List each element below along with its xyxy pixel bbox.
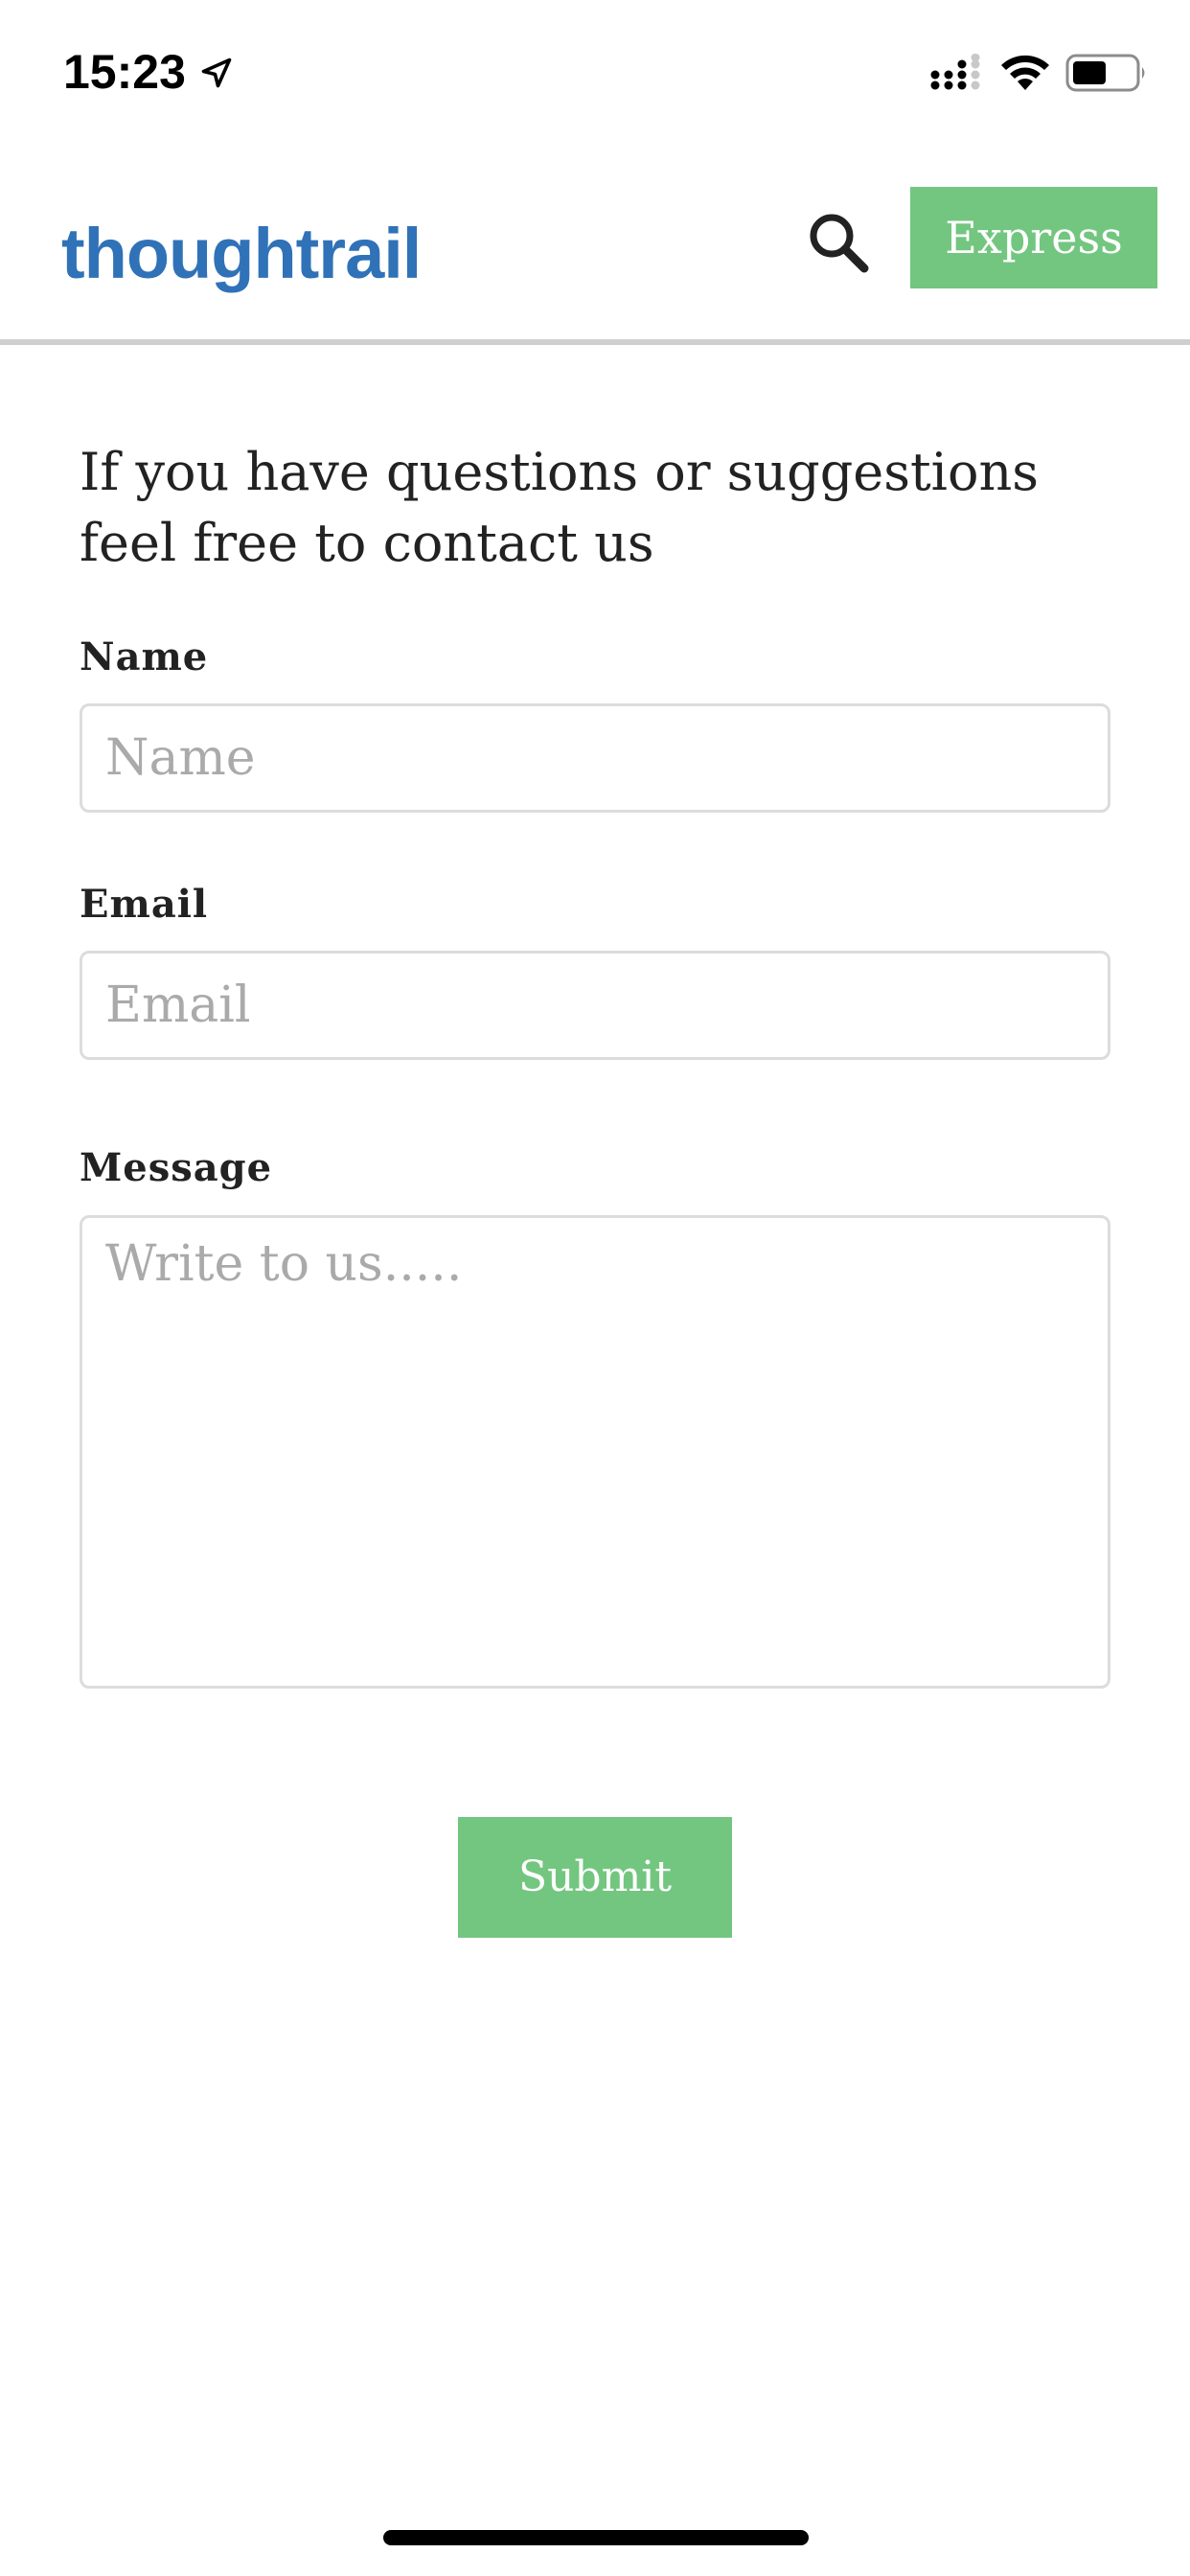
brand-logo[interactable]: thoughtrail xyxy=(61,211,422,297)
app-header: thoughtrail Express xyxy=(0,144,1190,345)
name-input[interactable] xyxy=(80,703,1110,813)
home-indicator[interactable] xyxy=(383,2530,809,2545)
location-arrow-icon xyxy=(201,58,232,88)
submit-button[interactable]: Submit xyxy=(458,1817,732,1938)
search-button[interactable] xyxy=(803,207,876,280)
wifi-icon xyxy=(1001,55,1049,90)
battery-icon xyxy=(1065,54,1145,92)
email-label: Email xyxy=(80,882,209,927)
status-bar: 15:23 xyxy=(0,0,1190,144)
status-time: 15:23 xyxy=(63,45,186,99)
search-icon xyxy=(810,214,869,273)
cellular-signal-icon xyxy=(930,54,980,90)
intro-text: If you have questions or suggestions fee… xyxy=(80,442,1039,573)
message-textarea[interactable] xyxy=(80,1215,1110,1689)
name-label: Name xyxy=(80,634,209,679)
message-label: Message xyxy=(80,1145,273,1190)
express-button[interactable]: Express xyxy=(910,187,1157,288)
email-input[interactable] xyxy=(80,951,1110,1060)
